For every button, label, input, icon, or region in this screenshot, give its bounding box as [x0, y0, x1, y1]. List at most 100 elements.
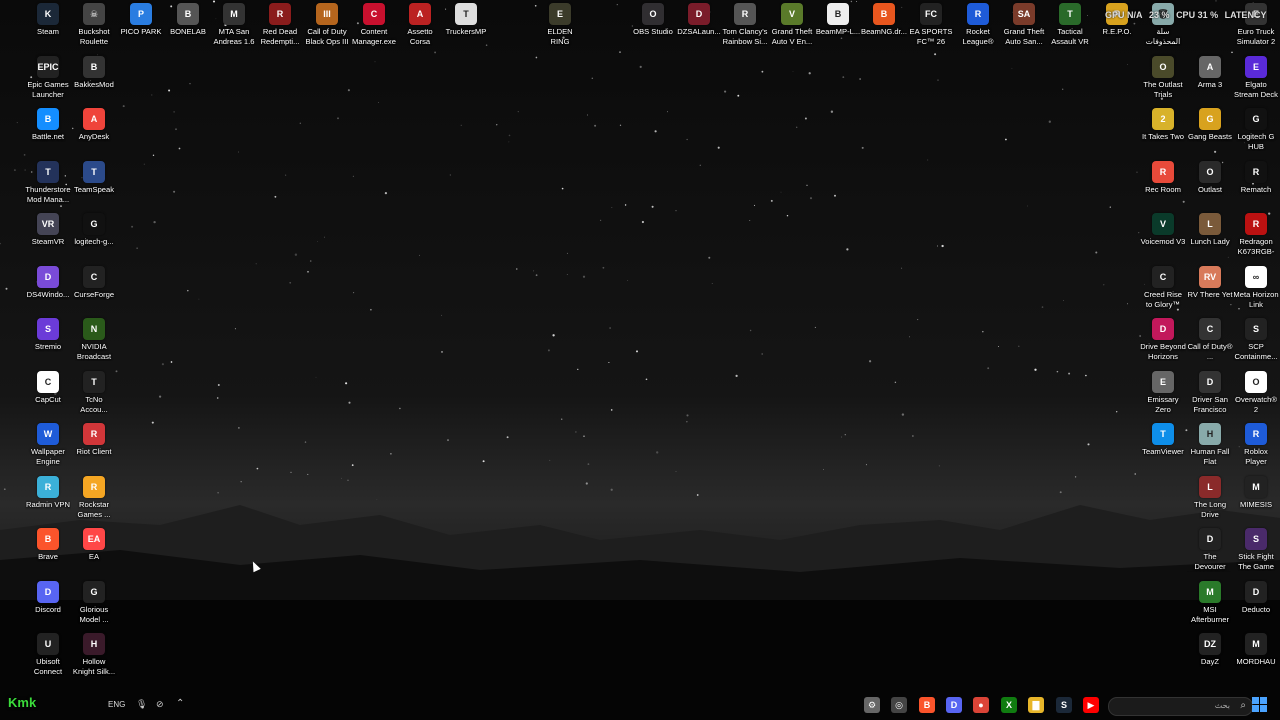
language-indicator[interactable]: ENG — [108, 700, 125, 709]
desktop-icon-call-of-duty-black-ops-iii[interactable]: III Call of Duty Black Ops III — [304, 0, 350, 46]
desktop-icon-steamvr[interactable]: VR SteamVR — [25, 210, 71, 247]
discord-app-icon[interactable]: D — [946, 697, 962, 713]
desktop-icon-discord[interactable]: D Discord — [25, 578, 71, 615]
desktop-icon-outlast[interactable]: O Outlast — [1187, 158, 1233, 195]
desktop-icon-teamviewer[interactable]: T TeamViewer — [1140, 420, 1186, 457]
desktop-icon-ea-sports-fc-26[interactable]: FC EA SPORTS FC™ 26 — [908, 0, 954, 46]
star — [749, 329, 752, 332]
desktop-icon-grand-theft-auto-san[interactable]: SA Grand Theft Auto San... — [1001, 0, 1047, 46]
desktop-icon-mordhau[interactable]: M MORDHAU — [1233, 630, 1279, 667]
desktop-icon-creed-rise-to-glory[interactable]: C Creed Rise to Glory™ — [1140, 263, 1186, 309]
desktop-icon-arma-3[interactable]: A Arma 3 — [1187, 53, 1233, 90]
desktop-icon-stremio[interactable]: S Stremio — [25, 315, 71, 352]
desktop-icon-mta-san-andreas-1-6[interactable]: M MTA San Andreas 1.6 — [211, 0, 257, 46]
desktop-icon-beammp-l[interactable]: B BeamMP-L... — [815, 0, 861, 37]
desktop-icon-beamng-dr[interactable]: B BeamNG.dr... — [861, 0, 907, 37]
brave-app-icon[interactable]: B — [919, 697, 935, 713]
desktop-icon-rematch[interactable]: R Rematch — [1233, 158, 1279, 195]
desktop-icon-mimesis[interactable]: M MIMESIS — [1233, 473, 1279, 510]
xbox-app-icon[interactable]: X — [1001, 697, 1017, 713]
desktop-icon-meta-horizon-link[interactable]: ∞ Meta Horizon Link — [1233, 263, 1279, 309]
youtube-app-icon[interactable]: ▶ — [1083, 697, 1099, 713]
desktop-icon-bonelab[interactable]: B BONELAB — [165, 0, 211, 37]
desktop-icon-wallpaper-engine[interactable]: W Wallpaper Engine — [25, 420, 71, 466]
desktop-icon-glorious-model[interactable]: G Glorious Model ... — [71, 578, 117, 624]
desktop-icon-tcno-accou[interactable]: T TcNo Accou... — [71, 368, 117, 414]
settings-app-icon[interactable]: ⚙ — [864, 697, 880, 713]
desktop-icon-rec-room[interactable]: R Rec Room — [1140, 158, 1186, 195]
chrome-app-icon[interactable]: ● — [973, 697, 989, 713]
desktop-icon-riot-client[interactable]: R Riot Client — [71, 420, 117, 457]
desktop-icon-overwatch-2[interactable]: O Overwatch® 2 — [1233, 368, 1279, 414]
desktop-icon-capcut[interactable]: C CapCut — [25, 368, 71, 405]
desktop-icon-tactical-assault-vr[interactable]: T Tactical Assault VR — [1047, 0, 1093, 46]
desktop-icon-curseforge[interactable]: C CurseForge — [71, 263, 117, 300]
desktop-icon-the-long-drive[interactable]: L The Long Drive — [1187, 473, 1233, 519]
desktop-icon-ubisoft-connect[interactable]: U Ubisoft Connect — [25, 630, 71, 676]
desktop-icon-recycle-bin[interactable]: 🗑 سلة المحذوفات — [1140, 0, 1186, 46]
start-button[interactable] — [1252, 697, 1267, 712]
desktop-icon-pico-park[interactable]: P PICO PARK — [118, 0, 164, 37]
desktop-icon-human-fall-flat[interactable]: H Human Fall Flat — [1187, 420, 1233, 466]
desktop-icon-ea[interactable]: EA EA — [71, 525, 117, 562]
desktop-icon-truckersmp[interactable]: T TruckersMP — [443, 0, 489, 37]
desktop-icon-dzsalaun[interactable]: D DZSALaun... — [676, 0, 722, 37]
file-explorer-app-icon[interactable]: ▇ — [1028, 697, 1044, 713]
steamvr-app-icon[interactable]: ◎ — [891, 697, 907, 713]
desktop-icon-elgato-stream-deck[interactable]: E Elgato Stream Deck — [1233, 53, 1279, 99]
desktop-icon-logitech-g-hub[interactable]: G Logitech G HUB — [1233, 105, 1279, 151]
desktop-icon-obs-studio[interactable]: O OBS Studio — [630, 0, 676, 37]
desktop-icon-voicemod-v3[interactable]: V Voicemod V3 — [1140, 210, 1186, 247]
desktop-icon-red-dead-redempti[interactable]: R Red Dead Redempti... — [257, 0, 303, 46]
desktop-icon-it-takes-two[interactable]: 2 It Takes Two — [1140, 105, 1186, 142]
desktop-icon-deducto[interactable]: D Deducto — [1233, 578, 1279, 615]
steam-app-icon[interactable]: S — [1056, 697, 1072, 713]
desktop-icon-emissary-zero[interactable]: E Emissary Zero — [1140, 368, 1186, 414]
desktop-icon-logitech-g[interactable]: Glogitech-g... — [71, 210, 117, 247]
star — [255, 263, 257, 265]
desktop-icon-drive-beyond-horizons[interactable]: D Drive Beyond Horizons — [1140, 315, 1186, 361]
desktop-icon-driver-san-francisco[interactable]: D Driver San Francisco — [1187, 368, 1233, 414]
desktop-icon-stick-fight-the-game[interactable]: S Stick Fight The Game — [1233, 525, 1279, 571]
desktop-icon-epic-games-launcher[interactable]: EPIC Epic Games Launcher — [25, 53, 71, 99]
desktop-icon-bakkesmod[interactable]: B BakkesMod — [71, 53, 117, 90]
desktop-icon-steam[interactable]: K Steam — [25, 0, 71, 37]
desktop-icon-buckshot-roulette[interactable]: ☠ Buckshot Roulette — [71, 0, 117, 46]
desktop-icon-roblox-player[interactable]: R Roblox Player — [1233, 420, 1279, 466]
desktop-icon-content-manager-exe[interactable]: C Content Manager.exe — [351, 0, 397, 46]
desktop-icon-anydesk[interactable]: A AnyDesk — [71, 105, 117, 142]
desktop-icon-the-outlast-trials[interactable]: O The Outlast Trials — [1140, 53, 1186, 99]
desktop-icon-radmin-vpn[interactable]: R Radmin VPN — [25, 473, 71, 510]
desktop-icon-rockstar-games[interactable]: R Rockstar Games ... — [71, 473, 117, 519]
desktop-icon-grand-theft-auto-v-en[interactable]: V Grand Theft Auto V En... — [769, 0, 815, 46]
desktop-icon-label: Riot Client — [76, 447, 112, 456]
desktop-icon-the-devourer-hunted-souls[interactable]: DThe Devourer Hunted Souls — [1187, 525, 1233, 572]
desktop-icon-msi-afterburner[interactable]: M MSI Afterburner — [1187, 578, 1233, 624]
desktop-icon-rv-there-yet[interactable]: RV RV There Yet — [1187, 263, 1233, 300]
tactical-assault-vr-icon: T — [1059, 3, 1081, 25]
desktop-icon-battle-net[interactable]: B Battle.net — [25, 105, 71, 142]
desktop-icon-scp-containme[interactable]: S SCP Containme... — [1233, 315, 1279, 361]
desktop-icon-brave[interactable]: B Brave — [25, 525, 71, 562]
desktop-icon-ds4windo[interactable]: D DS4Windo... — [25, 263, 71, 300]
desktop-icon-nvidia-broadcast[interactable]: N NVIDIA Broadcast — [71, 315, 117, 361]
desktop-icon-redragon-k673rgb-p[interactable]: RRedragon K673RGB-P... — [1233, 210, 1279, 257]
desktop-icon-call-of-duty[interactable]: C Call of Duty® ... — [1187, 315, 1233, 361]
desktop-icon-assetto-corsa[interactable]: A Assetto Corsa — [397, 0, 443, 46]
desktop-icon-teamspeak[interactable]: T TeamSpeak — [71, 158, 117, 195]
desktop-icon-dayz[interactable]: DZ DayZ — [1187, 630, 1233, 667]
desktop-icon-thunderstore-mod-mana[interactable]: T Thunderstore Mod Mana... — [25, 158, 71, 204]
microphone-icon[interactable]: 🎙 — [136, 699, 147, 710]
desktop-icon-tom-clancy-s-rainbow-si[interactable]: R Tom Clancy's Rainbow Si... — [722, 0, 768, 46]
desktop-icon-lunch-lady[interactable]: L Lunch Lady — [1187, 210, 1233, 247]
desktop-icon-elden-ring[interactable]: E ELDEN RING — [537, 0, 583, 46]
desktop-icon-hollow-knight-silk[interactable]: H Hollow Knight Silk... — [71, 630, 117, 676]
chevron-up-icon[interactable]: ⌃ — [176, 698, 184, 709]
network-muted-icon[interactable]: ⊘ — [156, 699, 164, 710]
desktop-icon-gang-beasts[interactable]: G Gang Beasts — [1187, 105, 1233, 142]
desktop-icon-rocket-league[interactable]: R Rocket League® — [955, 0, 1001, 46]
search-input[interactable]: بحث ⌕ — [1108, 697, 1253, 716]
star — [289, 281, 292, 284]
desktop-icon-euro-truck-simulator-2[interactable]: E Euro Truck Simulator 2 — [1233, 0, 1279, 46]
desktop-icon-label: PICO PARK — [120, 27, 162, 36]
